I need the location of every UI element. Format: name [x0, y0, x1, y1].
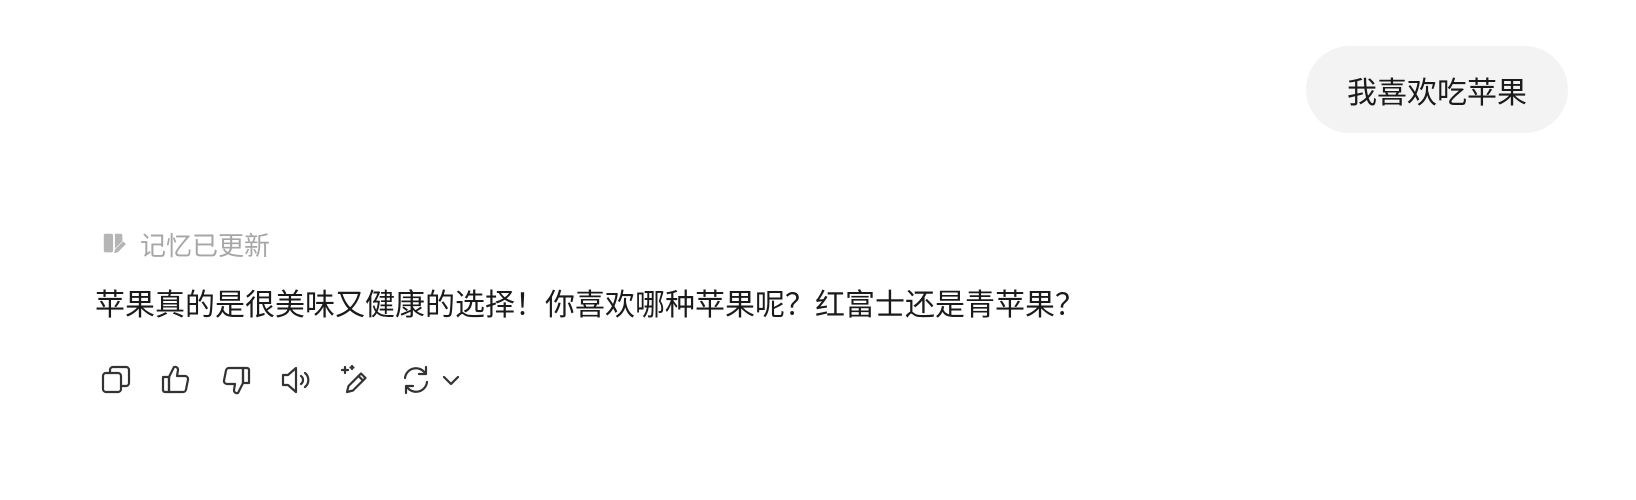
user-message-text: 我喜欢吃苹果	[1347, 75, 1527, 111]
regenerate-dropdown[interactable]	[394, 358, 464, 402]
like-button[interactable]	[154, 358, 198, 402]
thumbs-down-icon	[222, 366, 251, 395]
dislike-button[interactable]	[214, 358, 258, 402]
edit-button[interactable]	[334, 358, 378, 402]
refresh-icon	[403, 365, 429, 395]
sparkle-pen-icon	[340, 364, 367, 394]
thumbs-up-icon	[161, 365, 190, 394]
copy-button[interactable]	[94, 358, 138, 402]
memory-updated-indicator[interactable]: 记忆已更新	[100, 222, 270, 266]
memory-updated-label: 记忆已更新	[140, 231, 271, 262]
regenerate-button[interactable]	[394, 358, 438, 402]
read-aloud-button[interactable]	[274, 358, 318, 402]
assistant-reply-text: 苹果真的是很美味又健康的选择！你喜欢哪种苹果呢？红富士还是青苹果？	[95, 288, 1085, 323]
speaker-icon	[281, 366, 310, 394]
chat-thread: 我喜欢吃苹果 记忆已更新 苹果真的是很美味又健康的选择！你喜欢哪种苹果呢？红富士…	[0, 0, 1636, 500]
user-message-bubble: 我喜欢吃苹果	[1306, 46, 1568, 133]
chevron-down-icon[interactable]	[438, 358, 464, 402]
message-action-bar	[94, 358, 464, 402]
copy-icon	[101, 365, 131, 394]
memory-edit-icon	[100, 230, 128, 258]
